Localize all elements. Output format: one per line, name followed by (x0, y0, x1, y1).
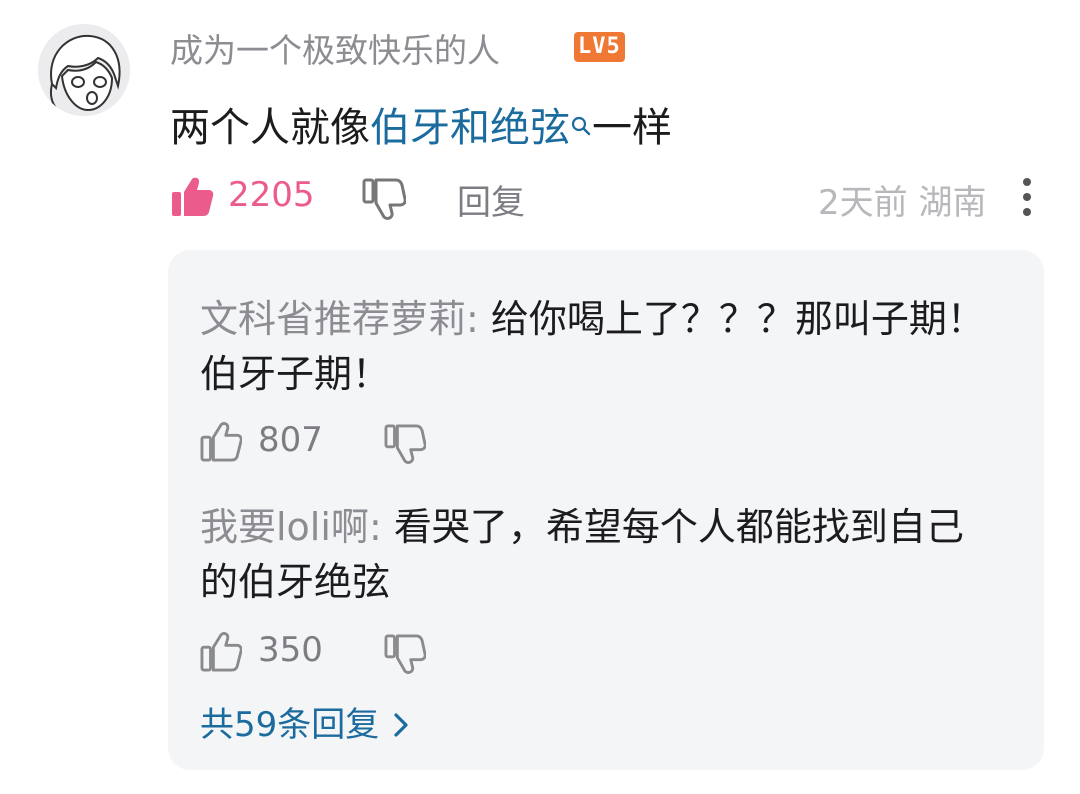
search-icon[interactable] (570, 101, 592, 147)
reply-item: 文科省推荐萝莉: 给你喝上了？？？那叫子期！伯牙子期！ (200, 292, 990, 402)
reply-separator: : (466, 297, 491, 341)
reply-username[interactable]: 我要loli啊 (200, 505, 369, 549)
reply-like-count: 350 (258, 630, 323, 670)
username[interactable]: 成为一个极致快乐的人 (170, 24, 500, 72)
reply-username[interactable]: 文科省推荐萝莉 (200, 297, 466, 341)
view-all-replies-link[interactable]: 共59条回复 (200, 697, 409, 747)
avatar[interactable] (38, 24, 130, 116)
thumbs-up-icon[interactable] (200, 422, 243, 466)
thumbs-down-icon[interactable] (384, 634, 427, 678)
thumbs-up-icon[interactable] (170, 176, 214, 222)
view-all-replies-label: 共59条回复 (200, 705, 380, 745)
thumbs-down-icon[interactable] (362, 178, 407, 224)
comment-text: 两个人就像伯牙和绝弦 一样 (170, 95, 672, 153)
search-link[interactable]: 伯牙和绝弦 (370, 105, 570, 151)
thumbs-down-icon[interactable] (384, 424, 427, 468)
comment-text-before: 两个人就像 (170, 105, 370, 151)
reply-button[interactable]: 回复 (457, 175, 525, 224)
level-badge: LV5 (574, 32, 625, 62)
more-vertical-icon[interactable] (1020, 178, 1034, 218)
reply-preview-box[interactable]: 文科省推荐萝莉: 给你喝上了？？？那叫子期！伯牙子期！ 807 我要loli啊:… (168, 250, 1044, 770)
reply-item: 我要loli啊: 看哭了，希望每个人都能找到自己的伯牙绝弦 (200, 500, 990, 610)
thumbs-up-icon[interactable] (200, 632, 243, 676)
reply-like-count: 807 (258, 420, 323, 460)
chevron-right-icon (393, 707, 409, 747)
reply-separator: : (368, 505, 394, 549)
comment-text-after: 一样 (592, 105, 672, 151)
time-location: 2天前 湖南 (818, 183, 987, 223)
like-count: 2205 (228, 175, 315, 215)
